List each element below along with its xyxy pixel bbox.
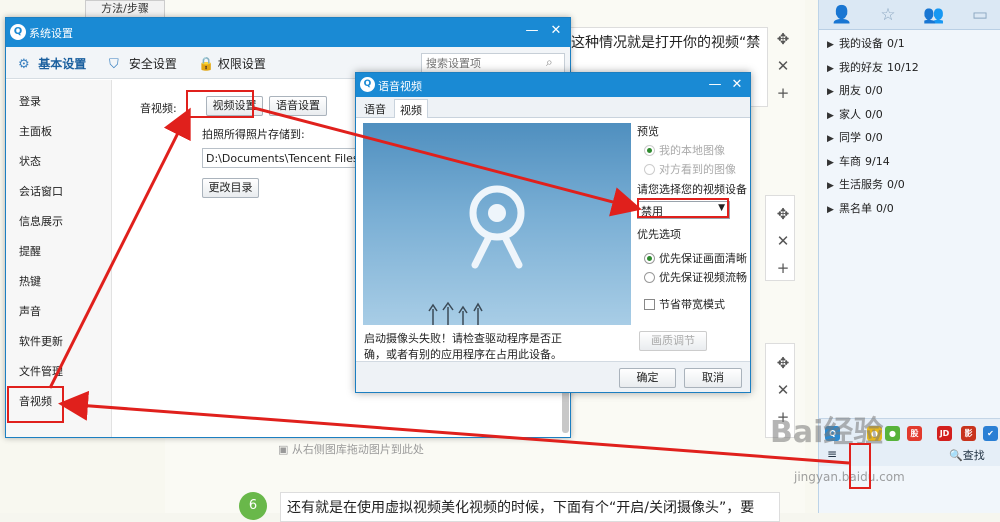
arrow-to-av-nav xyxy=(58,390,850,465)
annotation-arrows xyxy=(48,106,850,465)
arrow-to-device-select xyxy=(253,106,642,217)
arrow-to-video-settings xyxy=(48,107,191,389)
